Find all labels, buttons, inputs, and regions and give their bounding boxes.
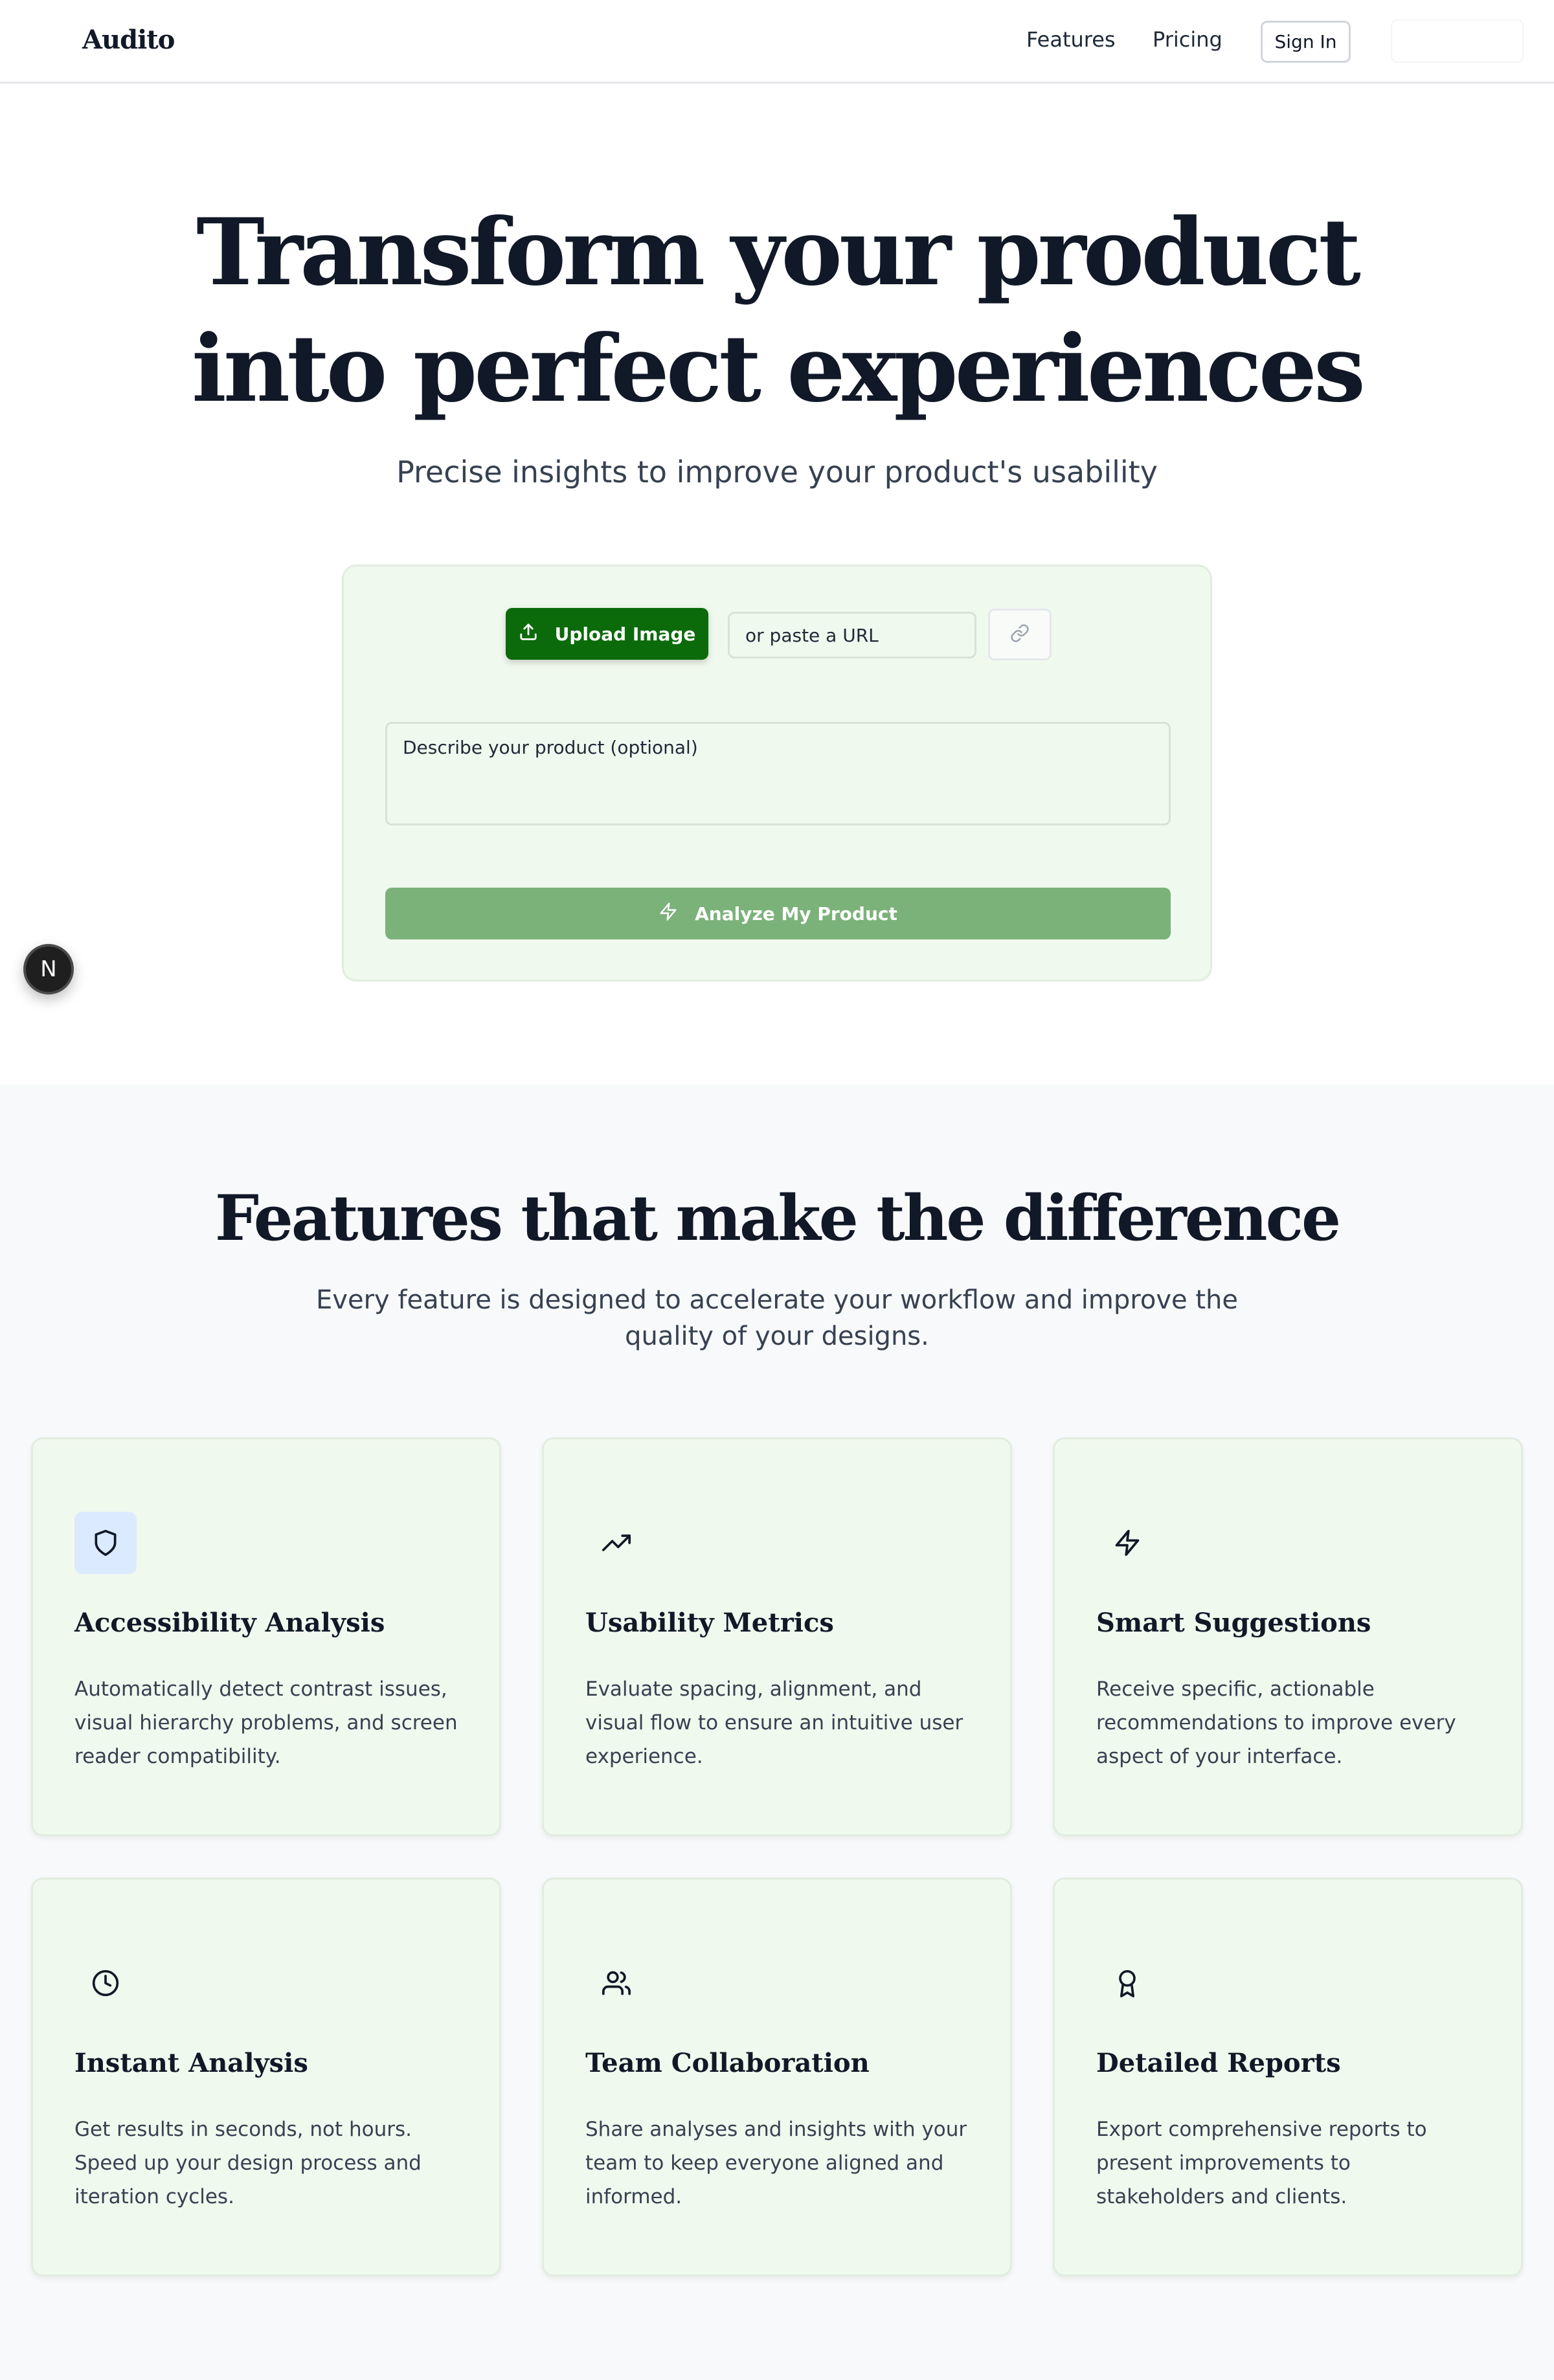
sign-in-button[interactable]: Sign In <box>1261 21 1351 63</box>
shield-icon <box>74 1512 137 1574</box>
hero-title-line-1: Transform your product <box>196 199 1361 306</box>
feature-title: Smart Suggestions <box>1096 1608 1371 1638</box>
feature-title: Team Collaboration <box>585 2048 870 2078</box>
hero-title-line-2: into perfect experiences <box>191 315 1366 423</box>
logo[interactable]: Audito <box>82 25 175 55</box>
lightning-icon <box>1096 1512 1158 1574</box>
feature-title: Accessibility Analysis <box>74 1608 385 1638</box>
analyze-product-button[interactable]: Analyze My Product <box>385 888 1171 939</box>
upload-image-label: Upload Image <box>554 623 696 645</box>
features-subtitle: Every feature is designed to accelerate … <box>316 1285 1238 1351</box>
feature-description: Share analyses and insights with your te… <box>585 2118 967 2208</box>
users-icon <box>585 1952 648 2014</box>
trending-up-icon <box>585 1512 648 1574</box>
hero-subtitle: Precise insights to improve your product… <box>396 455 1158 489</box>
feature-card-accessibility: Accessibility Analysis Automatically det… <box>31 1437 501 1836</box>
upload-icon <box>519 622 538 646</box>
top-navbar: Audito Features Pricing Sign In <box>0 0 1554 84</box>
url-input[interactable] <box>728 612 976 658</box>
feature-description: Receive specific, actionable recommendat… <box>1096 1678 1456 1768</box>
upload-image-button[interactable]: Upload Image <box>506 608 708 660</box>
nav-link-features[interactable]: Features <box>1026 27 1116 52</box>
nav-placeholder-button[interactable] <box>1391 19 1524 63</box>
feature-description: Evaluate spacing, alignment, and visual … <box>585 1678 963 1768</box>
features-section: Features that make the difference Every … <box>0 1084 1554 2380</box>
upload-card: Upload Image Analyze My Product <box>342 565 1212 982</box>
feature-card-usability: Usability Metrics Evaluate spacing, alig… <box>542 1437 1012 1836</box>
nav-link-pricing[interactable]: Pricing <box>1153 27 1222 52</box>
feature-card-reports: Detailed Reports Export comprehensive re… <box>1053 1878 1523 2276</box>
feature-title: Usability Metrics <box>585 1608 834 1638</box>
feature-description: Get results in seconds, not hours. Speed… <box>74 2118 422 2208</box>
hero-title: Transform your product into perfect expe… <box>0 194 1554 427</box>
feature-card-suggestions: Smart Suggestions Receive specific, acti… <box>1053 1437 1523 1836</box>
analyze-product-label: Analyze My Product <box>695 903 897 925</box>
clock-icon <box>74 1952 137 2014</box>
submit-url-button[interactable] <box>988 609 1052 660</box>
feature-card-instant: Instant Analysis Get results in seconds,… <box>31 1878 501 2276</box>
lightning-icon <box>659 902 678 926</box>
features-title: Features that make the difference <box>214 1182 1341 1255</box>
award-icon <box>1096 1952 1158 2014</box>
link-icon <box>1010 623 1030 646</box>
floating-n-badge[interactable]: N <box>23 944 74 994</box>
feature-card-collaboration: Team Collaboration Share analyses and in… <box>542 1878 1012 2276</box>
feature-description: Automatically detect contrast issues, vi… <box>74 1678 458 1768</box>
product-description-field[interactable] <box>385 722 1171 825</box>
feature-description: Export comprehensive reports to present … <box>1096 2118 1427 2208</box>
feature-title: Detailed Reports <box>1096 2048 1341 2078</box>
feature-title: Instant Analysis <box>74 2048 308 2078</box>
